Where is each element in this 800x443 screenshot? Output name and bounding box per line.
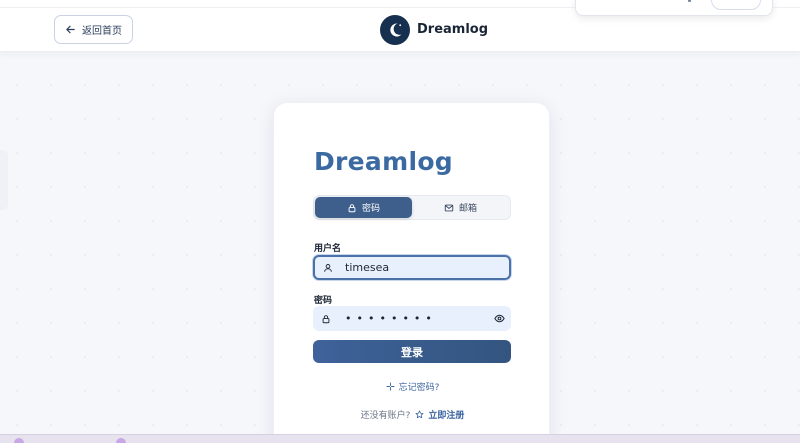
login-card: Dreamlog 密码 邮箱 用户名 timesea 密码 •••••••• 登… [273,102,550,443]
brand[interactable]: Dreamlog [380,14,488,45]
user-icon [324,263,332,272]
left-edge-panel [0,150,8,210]
brand-name: Dreamlog [417,22,489,37]
sparkle-icon [386,382,395,391]
no-account-text: 还没有账户? [360,411,411,421]
forgot-password-label: 忘记密码? [398,383,440,393]
taskbar-app-icon[interactable] [14,438,24,443]
popover-mark [688,0,691,2]
username-value: timesea [345,261,390,274]
moon-logo-icon [380,14,410,45]
login-button[interactable]: 登录 [313,340,511,363]
arrow-left-icon [66,25,75,34]
signup-link[interactable]: 立即注册 [415,408,464,421]
username-label: 用户名 [314,244,342,254]
show-password-toggle[interactable] [487,313,511,324]
signup-label: 立即注册 [428,411,465,421]
taskbar [0,434,800,443]
tab-email[interactable]: 邮箱 [412,197,509,218]
top-right-popover [575,0,773,16]
lock-icon [322,314,330,323]
signup-row: 还没有账户? 立即注册 [274,408,551,421]
tab-email-label: 邮箱 [458,204,477,214]
tab-password-label: 密码 [361,204,380,214]
login-method-tabs: 密码 邮箱 [313,195,511,220]
taskbar-app-icon[interactable] [116,438,126,443]
star-icon [415,410,424,419]
lock-icon [348,203,356,212]
popover-button[interactable] [711,0,761,10]
password-field[interactable]: •••••••• [313,306,511,331]
back-home-button[interactable]: 返回首页 [54,15,133,44]
mail-icon [444,204,454,211]
password-label: 密码 [314,296,333,306]
username-field[interactable]: timesea [313,255,511,280]
password-value: •••••••• [345,312,437,325]
login-title: Dreamlog [314,147,453,176]
back-home-label: 返回首页 [82,26,122,37]
eye-icon [493,314,505,323]
tab-password[interactable]: 密码 [315,197,412,218]
forgot-password-link[interactable]: 忘记密码? [274,380,551,393]
